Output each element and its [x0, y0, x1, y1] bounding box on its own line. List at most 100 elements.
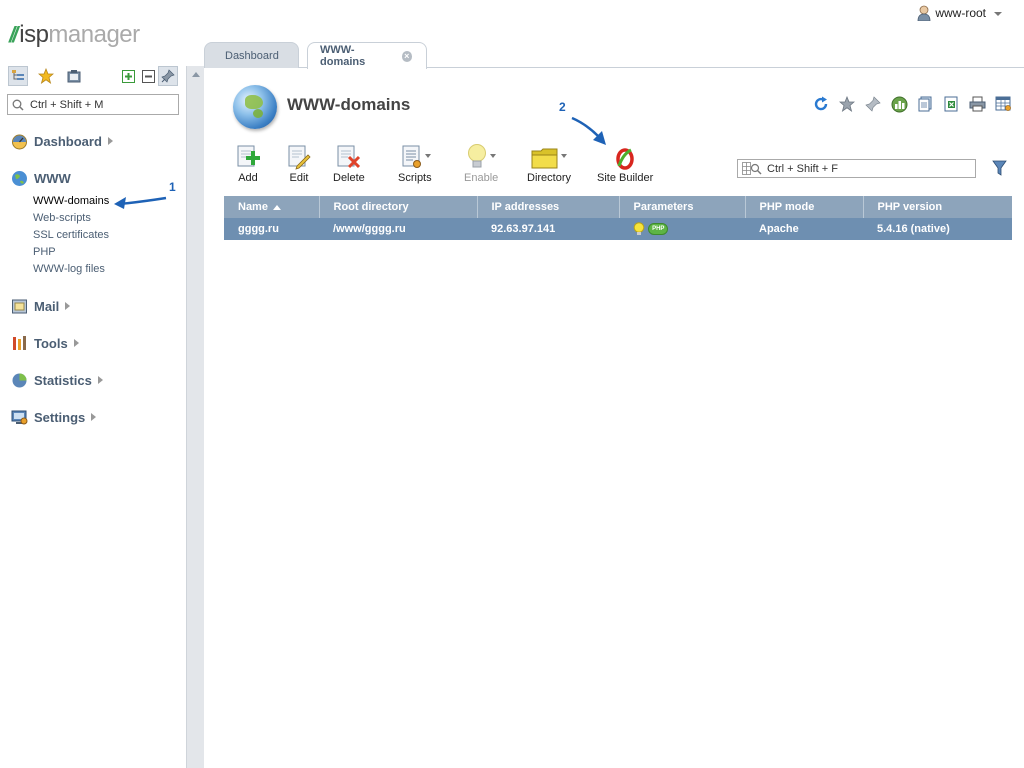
column-label: Root directory: [333, 201, 409, 213]
collapse-all-icon[interactable]: [138, 66, 158, 86]
favorite-star-icon[interactable]: [838, 95, 856, 113]
site-builder-label: Site Builder: [597, 172, 654, 184]
menu-search-input[interactable]: [28, 97, 168, 112]
search-icon: [742, 162, 762, 175]
sidebar-group-dashboard[interactable]: Dashboard: [0, 128, 186, 154]
sidebar-group-mail[interactable]: Mail: [0, 293, 186, 319]
sidebar-group-label: WWW: [34, 170, 71, 186]
sidebar-item-ssl-certificates[interactable]: SSL certificates: [0, 227, 186, 244]
edit-icon: [288, 145, 311, 170]
lightbulb-on-icon: [633, 222, 645, 235]
tab-dashboard[interactable]: Dashboard: [204, 42, 299, 68]
domains-table: Name Root directory IP addresses Paramet…: [224, 196, 1012, 240]
lightbulb-icon: [468, 144, 487, 168]
chevron-down-icon: [490, 154, 497, 158]
edit-label: Edit: [289, 172, 309, 184]
user-menu[interactable]: www-root: [917, 5, 1002, 21]
tab-www-domains[interactable]: WWW-domains ×: [307, 42, 427, 69]
column-label: IP addresses: [491, 201, 560, 213]
statistics-icon: [12, 373, 27, 387]
pin-icon[interactable]: [158, 66, 178, 86]
annotation-arrow-2: [571, 116, 606, 145]
column-label: PHP mode: [759, 201, 815, 213]
annotation-arrow-1: [114, 196, 167, 209]
tab-label: Dashboard: [225, 49, 279, 62]
pin-icon[interactable]: [864, 95, 882, 113]
column-label: Name: [238, 201, 268, 213]
table-settings-icon[interactable]: [994, 95, 1012, 113]
sidebar-nav: Dashboard WWW WWW-domains Web-scripts SS…: [0, 128, 186, 430]
menu-search-field[interactable]: [7, 94, 179, 115]
sidebar-group-label: Statistics: [34, 372, 92, 388]
scripts-icon: [402, 145, 421, 168]
column-label: PHP version: [877, 201, 943, 213]
tools-icon: [13, 335, 26, 350]
column-header-php-version[interactable]: PHP version: [863, 196, 1012, 218]
refresh-icon[interactable]: [812, 95, 830, 113]
delete-label: Delete: [333, 172, 365, 184]
column-label: Parameters: [633, 201, 694, 213]
sidebar-group-tools[interactable]: Tools: [0, 330, 186, 356]
cell-parameters: PHP: [619, 218, 745, 240]
table-row[interactable]: gggg.ru /www/gggg.ru 92.63.97.141 PHP Ap…: [224, 218, 1012, 240]
add-button[interactable]: Add: [236, 140, 260, 184]
folder-icon: [531, 148, 558, 169]
filter-funnel-icon[interactable]: [992, 160, 1007, 179]
sidebar-group-label: Dashboard: [34, 133, 102, 149]
cell-ip-address: 92.63.97.141: [477, 218, 619, 240]
star-icon[interactable]: [36, 66, 56, 86]
sidebar-item-php[interactable]: PHP: [0, 244, 186, 261]
column-header-ip-addresses[interactable]: IP addresses: [477, 196, 620, 218]
column-header-root-directory[interactable]: Root directory: [319, 196, 478, 218]
tab-label: WWW-domains: [320, 44, 366, 68]
sidebar-item-www-log-files[interactable]: WWW-log files: [0, 261, 186, 278]
www-icon: [12, 170, 27, 186]
user-icon: [917, 5, 931, 21]
print-icon[interactable]: [968, 95, 986, 113]
sidebar-group-settings[interactable]: Settings: [0, 404, 186, 430]
clipboard-icon[interactable]: [64, 66, 84, 86]
delete-button[interactable]: Delete: [333, 140, 365, 184]
add-icon: [237, 145, 260, 167]
copy-icon[interactable]: [916, 95, 934, 113]
close-icon[interactable]: ×: [401, 50, 412, 62]
filter-search-field[interactable]: [737, 159, 976, 178]
cell-root-directory: /www/gggg.ru: [319, 218, 477, 240]
chevron-down-icon: [561, 154, 567, 158]
edit-button[interactable]: Edit: [287, 140, 311, 184]
directory-button[interactable]: Directory: [527, 140, 571, 184]
tree-view-icon[interactable]: [8, 66, 28, 86]
delete-icon: [337, 145, 360, 169]
column-header-php-mode[interactable]: PHP mode: [745, 196, 864, 218]
directory-label: Directory: [527, 172, 572, 184]
column-header-name[interactable]: Name: [224, 196, 320, 218]
filter-input[interactable]: [765, 161, 965, 176]
cell-name: gggg.ru: [224, 218, 319, 240]
tab-bar: Dashboard WWW-domains ×: [204, 42, 1024, 69]
chart-icon[interactable]: [890, 95, 908, 113]
dashboard-icon: [12, 134, 27, 149]
collapse-up-icon[interactable]: [192, 72, 200, 77]
sidebar-group-statistics[interactable]: Statistics: [0, 367, 186, 393]
sort-ascending-icon: [272, 204, 281, 210]
scripts-button[interactable]: Scripts: [398, 140, 432, 184]
chevron-right-icon: [91, 413, 97, 421]
scripts-label: Scripts: [398, 172, 432, 184]
chevron-down-icon: [424, 154, 431, 158]
logo-suffix: manager: [48, 21, 140, 48]
settings-icon: [11, 410, 28, 424]
sidebar: Dashboard WWW WWW-domains Web-scripts SS…: [0, 66, 186, 768]
chevron-right-icon: [107, 137, 113, 145]
sidebar-splitter[interactable]: [186, 66, 204, 768]
sidebar-toolbar: [8, 66, 180, 86]
annotation-number-1: 1: [169, 180, 176, 194]
add-label: Add: [238, 172, 258, 184]
excel-export-icon[interactable]: [942, 95, 960, 113]
expand-all-icon[interactable]: [118, 66, 138, 86]
enable-button[interactable]: Enable: [464, 140, 498, 184]
column-header-parameters[interactable]: Parameters: [619, 196, 746, 218]
search-icon: [12, 99, 24, 111]
php-badge-icon: PHP: [648, 223, 669, 235]
chevron-right-icon: [65, 302, 71, 310]
chevron-right-icon: [73, 339, 79, 347]
